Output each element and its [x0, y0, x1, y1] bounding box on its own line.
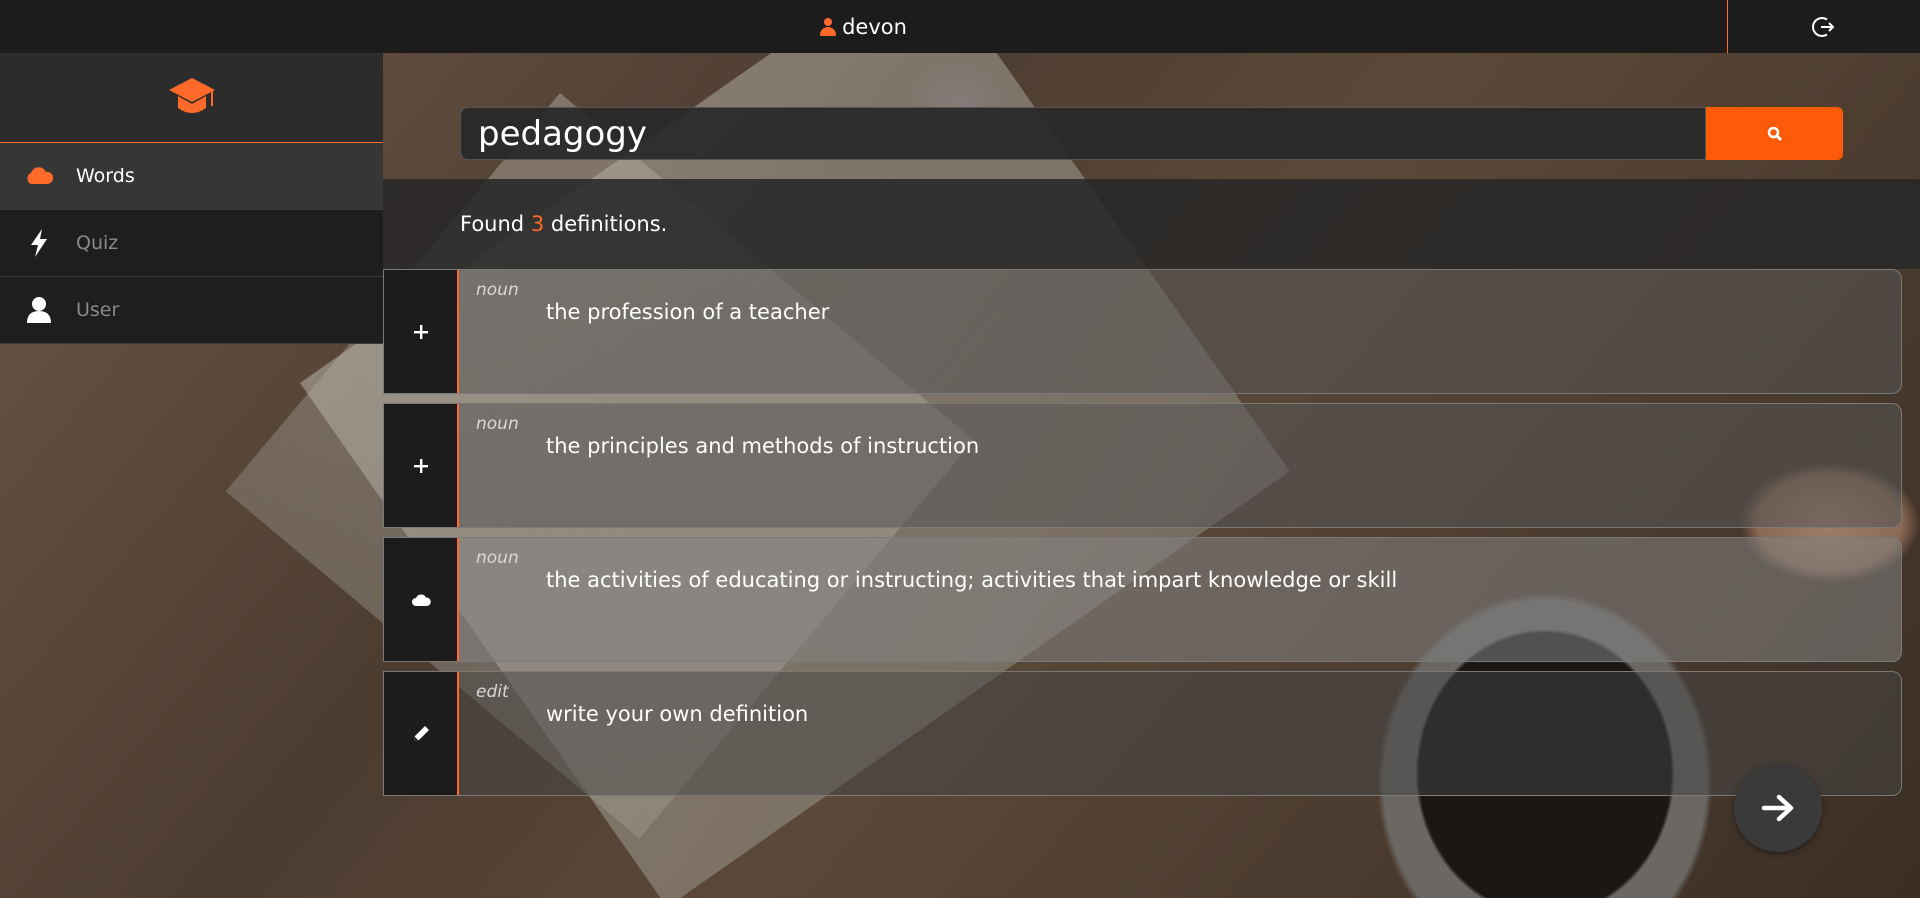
part-of-speech: edit — [476, 682, 509, 702]
add-definition-button[interactable] — [384, 270, 459, 393]
sidebar-item-quiz[interactable]: Quiz — [0, 210, 383, 277]
plus-icon — [413, 324, 428, 339]
graduation-cap-icon — [168, 77, 215, 113]
part-of-speech: noun — [476, 414, 519, 434]
definition-body: edit write your own definition — [459, 672, 1901, 795]
main-content: Found 3 definitions. noun the profession… — [383, 53, 1920, 898]
search-button[interactable] — [1706, 107, 1843, 160]
logout-icon — [1812, 16, 1835, 37]
results-count: 3 — [530, 212, 545, 236]
definition-card: edit write your own definition — [383, 671, 1902, 796]
definition-card: noun the activities of educating or inst… — [383, 537, 1902, 662]
cloud-icon — [411, 594, 431, 606]
user-icon — [820, 17, 837, 36]
part-of-speech: noun — [476, 280, 519, 300]
definition-list: noun the profession of a teacher noun th… — [383, 269, 1902, 805]
definition-card: noun the principles and methods of instr… — [383, 403, 1902, 528]
sidebar-item-label: Words — [76, 165, 135, 187]
results-prefix: Found — [460, 212, 525, 236]
add-definition-button[interactable] — [384, 404, 459, 527]
next-button[interactable] — [1734, 764, 1822, 852]
user-display[interactable]: devon — [0, 0, 1727, 53]
write-definition-button[interactable] — [384, 672, 459, 795]
sidebar: Words Quiz User — [0, 53, 383, 898]
sidebar-item-label: User — [76, 299, 120, 321]
definition-text: the profession of a teacher — [546, 300, 830, 324]
definition-body: noun the principles and methods of instr… — [459, 404, 1901, 527]
logout-button[interactable] — [1727, 0, 1920, 53]
username: devon — [842, 14, 907, 39]
sidebar-item-words[interactable]: Words — [0, 143, 383, 210]
sidebar-item-label: Quiz — [76, 232, 119, 254]
search-input[interactable] — [460, 107, 1706, 160]
saved-definition-button[interactable] — [384, 538, 459, 661]
search-icon — [1767, 126, 1782, 141]
brand-logo[interactable] — [0, 53, 383, 143]
definition-text: the activities of educating or instructi… — [546, 568, 1398, 592]
user-icon — [24, 296, 54, 324]
definition-body: noun the activities of educating or inst… — [459, 538, 1901, 661]
definition-text: write your own definition — [546, 702, 809, 726]
lightning-icon — [24, 228, 54, 258]
definition-text: the principles and methods of instructio… — [546, 434, 980, 458]
results-summary: Found 3 definitions. — [383, 179, 1920, 269]
arrow-right-icon — [1761, 794, 1794, 822]
results-suffix: definitions. — [550, 212, 668, 236]
top-bar: devon — [0, 0, 1920, 53]
part-of-speech: noun — [476, 548, 519, 568]
pencil-icon — [413, 725, 429, 741]
plus-icon — [413, 458, 428, 473]
cloud-icon — [24, 166, 54, 186]
sidebar-item-user[interactable]: User — [0, 277, 383, 344]
search-bar — [460, 107, 1843, 160]
definition-card: noun the profession of a teacher — [383, 269, 1902, 394]
definition-body: noun the profession of a teacher — [459, 270, 1901, 393]
